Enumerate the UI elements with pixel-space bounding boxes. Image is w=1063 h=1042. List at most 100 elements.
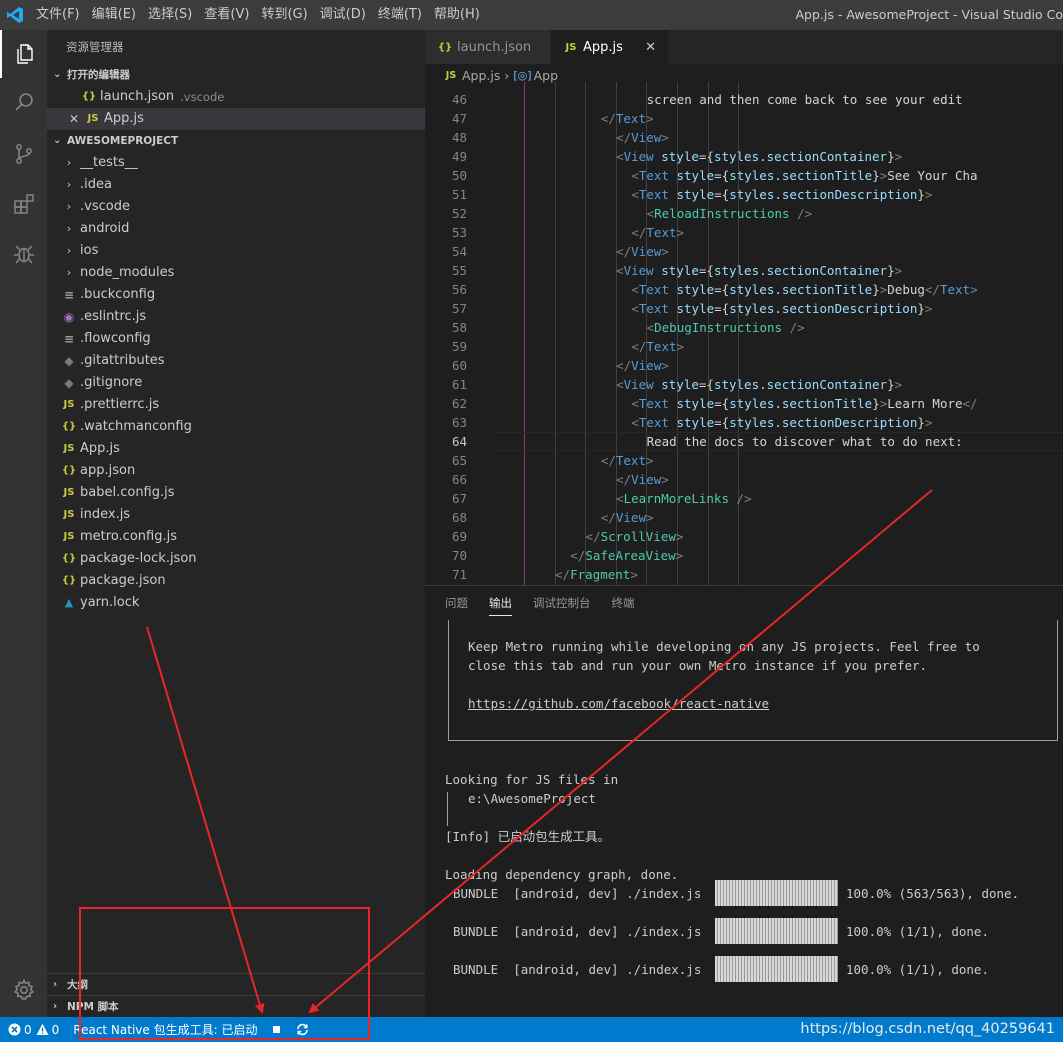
folder-item[interactable]: › android xyxy=(47,218,425,240)
file-item[interactable]: ≡ .flowconfig xyxy=(47,328,425,350)
close-icon[interactable]: ✕ xyxy=(645,40,656,55)
output-view[interactable]: Keep Metro running while developing on a… xyxy=(425,620,1063,1018)
menu-item[interactable]: 查看(V) xyxy=(198,0,255,30)
code-token: < xyxy=(631,301,639,316)
menu-item[interactable]: 选择(S) xyxy=(142,0,198,30)
code-token: /> xyxy=(789,320,805,335)
title-bar: 文件(F) 编辑(E) 选择(S) 查看(V) 转到(G) 调试(D) 终端(T) 帮助(H)… xyxy=(0,0,1063,30)
file-item[interactable]: {} .watchmanconfig xyxy=(47,416,425,438)
breadcrumb-symbol[interactable]: App xyxy=(534,68,558,83)
open-editor-item[interactable]: {} launch.json .vscode xyxy=(47,86,425,108)
code-line: 56 <Text style={styles.sectionTitle}>Debu… xyxy=(425,280,1063,299)
code-token: style xyxy=(676,282,715,297)
code-token: > xyxy=(661,130,669,145)
tab-app-js[interactable]: JS App.js ✕ xyxy=(551,30,669,64)
file-item[interactable]: ◆ .gitignore xyxy=(47,372,425,394)
project-label: AWESOMEPROJECT xyxy=(67,135,179,147)
code-text: </View> xyxy=(616,242,669,261)
file-item[interactable]: ≡ .buckconfig xyxy=(47,284,425,306)
file-item[interactable]: {} package.json xyxy=(47,570,425,592)
code-text: screen and then come back to see your ed… xyxy=(647,90,963,109)
open-editors-header[interactable]: ⌄ 打开的编辑器 xyxy=(47,64,425,86)
file-item[interactable]: {} package-lock.json xyxy=(47,548,425,570)
bundle-progress-bar xyxy=(715,956,838,982)
project-header[interactable]: ⌄ AWESOMEPROJECT xyxy=(47,130,425,152)
file-item[interactable]: JS index.js xyxy=(47,504,425,526)
tab-launch-json[interactable]: {} launch.json xyxy=(425,30,551,64)
menu-item[interactable]: 终端(T) xyxy=(372,0,428,30)
react-native-link[interactable]: https://github.com/facebook/react-native xyxy=(468,694,769,713)
gear-icon[interactable] xyxy=(0,966,47,1014)
file-name: index.js xyxy=(80,507,131,522)
file-item[interactable]: JS metro.config.js xyxy=(47,526,425,548)
git-file-icon: ◆ xyxy=(64,376,74,390)
open-editor-item[interactable]: ✕ JS App.js xyxy=(47,108,425,130)
line-number: 59 xyxy=(451,339,467,354)
file-item[interactable]: {} app.json xyxy=(47,460,425,482)
file-item[interactable]: ◆ .gitattributes xyxy=(47,350,425,372)
code-token: View xyxy=(631,358,662,373)
menu-item[interactable]: 帮助(H) xyxy=(428,0,486,30)
code-token: styles xyxy=(729,282,775,297)
code-text: </Text> xyxy=(601,109,654,128)
menu-item[interactable]: 文件(F) xyxy=(30,0,86,30)
source-control-icon[interactable] xyxy=(0,130,47,178)
line-number: 46 xyxy=(451,92,467,107)
code-token: > xyxy=(645,111,654,126)
open-editors-list: {} launch.json .vscode ✕ JS App.js xyxy=(47,86,425,130)
panel-tab[interactable]: 问题 xyxy=(445,591,468,615)
code-token: Text xyxy=(646,339,677,354)
code-text: </Text> xyxy=(631,337,684,356)
close-icon[interactable]: ✕ xyxy=(67,108,81,130)
bundle-progress-bar xyxy=(715,880,838,906)
code-text: <Text style={styles.sectionTitle}>Debug<… xyxy=(631,280,977,299)
menu-item[interactable]: 编辑(E) xyxy=(86,0,142,30)
restart-packager-button[interactable] xyxy=(296,1023,309,1036)
folder-item[interactable]: › .idea xyxy=(47,174,425,196)
menu-item[interactable]: 调试(D) xyxy=(314,0,372,30)
folder-item[interactable]: › ios xyxy=(47,240,425,262)
outline-header[interactable]: › 大纲 xyxy=(47,973,425,995)
folder-item[interactable]: › node_modules xyxy=(47,262,425,284)
debug-icon[interactable] xyxy=(0,230,47,278)
file-item[interactable]: JS .prettierrc.js xyxy=(47,394,425,416)
file-item[interactable]: ◉ .eslintrc.js xyxy=(47,306,425,328)
code-token: Text xyxy=(638,282,669,297)
npm-scripts-header[interactable]: › NPM 脚本 xyxy=(47,995,425,1017)
code-token: Read the docs to discover what to do nex… xyxy=(646,434,963,449)
file-item[interactable]: JS babel.config.js xyxy=(47,482,425,504)
code-token: > xyxy=(970,282,978,297)
js-file-icon: JS xyxy=(63,443,75,454)
packager-status[interactable]: React Native 包生成工具: 已启动 xyxy=(73,1021,257,1038)
code-token: </ xyxy=(570,548,586,563)
file-item[interactable]: JS App.js xyxy=(47,438,425,460)
code-token: . xyxy=(759,263,767,278)
menu-bar: 文件(F) 编辑(E) 选择(S) 查看(V) 转到(G) 调试(D) 终端(T) 帮助(H) xyxy=(30,0,486,30)
code-token: ScrollView xyxy=(600,529,676,544)
menu-item[interactable]: 转到(G) xyxy=(255,0,313,30)
code-text: </Fragment> xyxy=(555,565,638,584)
code-token: View xyxy=(631,472,662,487)
breadcrumb-file[interactable]: App.js xyxy=(462,68,500,83)
line-number: 71 xyxy=(451,567,467,582)
line-number: 61 xyxy=(451,377,467,392)
extensions-icon[interactable] xyxy=(0,180,47,228)
problems-indicator[interactable]: 0 0 xyxy=(8,1023,59,1037)
stop-packager-button[interactable] xyxy=(273,1026,281,1033)
panel-tab[interactable]: 调试控制台 xyxy=(533,591,591,615)
line-number: 47 xyxy=(451,111,467,126)
search-icon[interactable] xyxy=(0,78,47,126)
explorer-icon[interactable] xyxy=(0,30,47,78)
panel-tab[interactable]: 终端 xyxy=(612,591,635,615)
line-number: 49 xyxy=(451,149,467,164)
panel-tab[interactable]: 输出 xyxy=(489,591,512,616)
line-number: 57 xyxy=(451,301,467,316)
js-file-icon: JS xyxy=(63,399,75,410)
code-token: Fragment xyxy=(570,567,631,582)
code-editor[interactable]: 46 screen and then come back to see your … xyxy=(425,82,1063,585)
file-item[interactable]: ▲ yarn.lock xyxy=(47,592,425,614)
folder-item[interactable]: › __tests__ xyxy=(47,152,425,174)
folder-item[interactable]: › .vscode xyxy=(47,196,425,218)
code-token: > xyxy=(676,225,685,240)
